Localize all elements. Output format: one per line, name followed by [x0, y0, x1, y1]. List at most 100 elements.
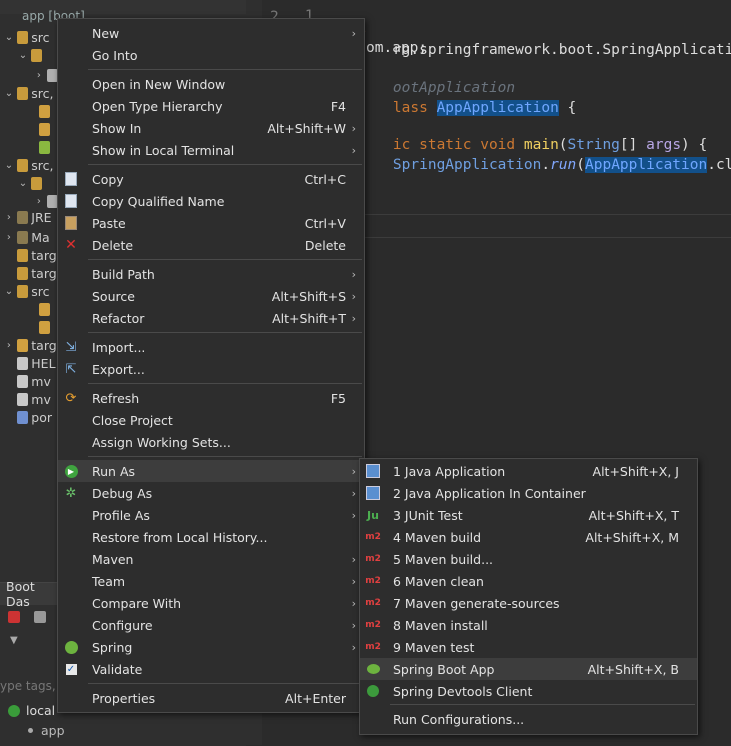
menu-item-build-path[interactable]: Build Path ›	[58, 263, 364, 285]
menu-item-spring-boot-app[interactable]: Spring Boot App Alt+Shift+X, B	[360, 658, 697, 680]
java-app-icon	[366, 464, 380, 478]
maven-icon: m2	[365, 620, 381, 630]
tree-row[interactable]: por	[4, 406, 64, 428]
menu-item-label: Properties	[92, 690, 156, 706]
menu-item-refresh[interactable]: ⟳ Refresh F5	[58, 387, 364, 409]
menu-item-9-maven-test[interactable]: m2 9 Maven test	[360, 636, 697, 658]
folder-icon	[16, 86, 29, 100]
menu-item-team[interactable]: Team ›	[58, 570, 364, 592]
menu-item-validate[interactable]: ✓ Validate	[58, 658, 364, 680]
folder-icon	[38, 320, 51, 334]
boot-dashboard-tab[interactable]: Boot Das	[0, 579, 60, 609]
folder-icon	[16, 374, 29, 388]
menu-item-debug-as[interactable]: ✲ Debug As ›	[58, 482, 364, 504]
submenu-arrow-icon: ›	[351, 121, 356, 135]
menu-item-label: Export...	[92, 361, 145, 377]
tree-row[interactable]: › JRE	[4, 206, 64, 228]
menu-item-label: 7 Maven generate-sources	[393, 595, 560, 611]
menu-item-label: Copy Qualified Name	[92, 193, 225, 209]
folder-icon	[16, 266, 29, 280]
chevron-right-icon[interactable]: ›	[4, 232, 14, 243]
menu-item-maven[interactable]: Maven ›	[58, 548, 364, 570]
menu-item-properties[interactable]: Properties Alt+Enter	[58, 687, 364, 709]
menu-item-label: 3 JUnit Test	[393, 507, 463, 523]
menu-separator	[88, 332, 362, 333]
chevron-down-icon[interactable]: ⌄	[4, 88, 14, 99]
menu-item-configure[interactable]: Configure ›	[58, 614, 364, 636]
chevron-down-icon[interactable]: ⌄	[4, 160, 14, 171]
menu-item-new[interactable]: New ›	[58, 22, 364, 44]
menu-item-6-maven-clean[interactable]: m2 6 Maven clean	[360, 570, 697, 592]
folder-icon	[16, 158, 29, 172]
menu-item-open-in-new-window[interactable]: Open in New Window	[58, 73, 364, 95]
chevron-down-icon[interactable]: ⌄	[4, 286, 14, 297]
menu-item-profile-as[interactable]: Profile As ›	[58, 504, 364, 526]
chevron-right-icon[interactable]: ›	[4, 340, 14, 351]
menu-item-label: Compare With	[92, 595, 182, 611]
menu-item-3-junit-test[interactable]: Ju 3 JUnit Test Alt+Shift+X, T	[360, 504, 697, 526]
menu-item-delete[interactable]: ✕ Delete Delete	[58, 234, 364, 256]
menu-item-show-in[interactable]: Show In Alt+Shift+W ›	[58, 117, 364, 139]
chevron-down-icon[interactable]: ▼	[10, 635, 18, 646]
chevron-right-icon[interactable]: ›	[4, 212, 14, 223]
chevron-right-icon[interactable]: ›	[34, 196, 44, 207]
menu-item-5-maven-build[interactable]: m2 5 Maven build...	[360, 548, 697, 570]
menu-item-source[interactable]: Source Alt+Shift+S ›	[58, 285, 364, 307]
menu-item-import[interactable]: ⇲ Import...	[58, 336, 364, 358]
submenu-arrow-icon: ›	[351, 640, 356, 654]
menu-separator	[88, 383, 362, 384]
menu-item-compare-with[interactable]: Compare With ›	[58, 592, 364, 614]
menu-item-label: Source	[92, 288, 135, 304]
menu-item-shortcut: Ctrl+V	[304, 215, 346, 231]
chevron-down-icon[interactable]: ⌄	[4, 32, 14, 43]
menu-item-label: 1 Java Application	[393, 463, 506, 479]
submenu-arrow-icon: ›	[351, 596, 356, 610]
class-keyword: lass	[392, 100, 428, 116]
local-target-row[interactable]: local	[8, 703, 55, 718]
submenu-arrow-icon: ›	[351, 26, 356, 40]
menu-item-shortcut: Alt+Shift+S	[271, 288, 346, 304]
spring-devtools-icon	[366, 684, 380, 698]
menu-item-7-maven-generate-sources[interactable]: m2 7 Maven generate-sources	[360, 592, 697, 614]
console-icon[interactable]	[34, 611, 46, 623]
menu-item-spring[interactable]: Spring ›	[58, 636, 364, 658]
menu-item-paste[interactable]: Paste Ctrl+V	[58, 212, 364, 234]
copy-icon	[64, 172, 78, 186]
menu-item-restore-from-local-history[interactable]: Restore from Local History...	[58, 526, 364, 548]
menu-item-open-type-hierarchy[interactable]: Open Type Hierarchy F4	[58, 95, 364, 117]
menu-item-label: Copy	[92, 171, 124, 187]
stop-icon[interactable]	[8, 611, 20, 623]
menu-item-label: Refactor	[92, 310, 145, 326]
chevron-down-icon[interactable]: ⌄	[18, 178, 28, 189]
menu-item-export[interactable]: ⇱ Export...	[58, 358, 364, 380]
menu-item-shortcut: Delete	[304, 237, 346, 253]
junit-icon: Ju	[367, 508, 379, 522]
menu-item-label: Import...	[92, 339, 146, 355]
menu-item-go-into[interactable]: Go Into	[58, 44, 364, 66]
menu-item-spring-devtools-client[interactable]: Spring Devtools Client	[360, 680, 697, 702]
menu-item-show-in-local-terminal[interactable]: Show in Local Terminal ›	[58, 139, 364, 161]
menu-item-8-maven-install[interactable]: m2 8 Maven install	[360, 614, 697, 636]
menu-item-4-maven-build[interactable]: m2 4 Maven build Alt+Shift+X, M	[360, 526, 697, 548]
menu-item-label: Restore from Local History...	[92, 529, 268, 545]
folder-icon	[38, 140, 51, 154]
import-text: rg.springframework.boot.SpringApplicatio…	[392, 42, 731, 58]
menu-item-label: Team	[92, 573, 126, 589]
menu-item-copy[interactable]: Copy Ctrl+C	[58, 168, 364, 190]
menu-item-1-java-application[interactable]: 1 Java Application Alt+Shift+X, J	[360, 460, 697, 482]
menu-item-label: Build Path	[92, 266, 155, 282]
run-argument: AppApplication	[585, 157, 708, 173]
menu-item-2-java-application-in-container[interactable]: 2 Java Application In Container	[360, 482, 697, 504]
menu-item-run-configurations[interactable]: Run Configurations...	[360, 708, 697, 730]
menu-item-assign-working-sets[interactable]: Assign Working Sets...	[58, 431, 364, 453]
menu-item-refactor[interactable]: Refactor Alt+Shift+T ›	[58, 307, 364, 329]
chevron-right-icon[interactable]: ›	[34, 70, 44, 81]
app-row[interactable]: app	[28, 723, 65, 738]
menu-item-close-project[interactable]: Close Project	[58, 409, 364, 431]
menu-item-run-as[interactable]: ▶ Run As ›	[58, 460, 364, 482]
menu-item-copy-qualified-name[interactable]: Copy Qualified Name	[58, 190, 364, 212]
menu-item-shortcut: Alt+Shift+X, B	[587, 661, 679, 677]
folder-icon	[16, 248, 29, 262]
folder-icon	[16, 338, 29, 352]
chevron-down-icon[interactable]: ⌄	[18, 50, 28, 61]
